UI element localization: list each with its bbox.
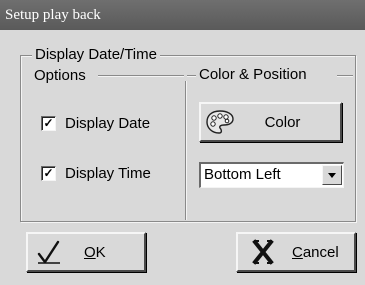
cancel-button-label: Cancel [292,243,339,261]
color-button-label: Color [264,113,301,131]
display-time-label[interactable]: Display Time [65,165,151,182]
cancel-button[interactable]: Cancel [236,232,356,272]
chevron-down-icon[interactable] [322,165,342,185]
options-legend: Options [31,67,89,85]
position-select-value: Bottom Left [204,166,281,183]
color-position-rule-right [337,75,353,77]
display-time-checkbox[interactable]: ✓ [41,166,56,181]
display-date-label[interactable]: Display Date [65,115,150,132]
display-date-checkbox[interactable]: ✓ [41,116,56,131]
ok-button[interactable]: OK [26,232,146,272]
ok-button-label: OK [84,243,106,261]
title-bar: Setup play back [0,0,365,30]
color-button[interactable]: Color [199,102,342,142]
display-datetime-legend: Display Date/Time [32,46,160,64]
display-time-row[interactable]: ✓ Display Time [41,165,151,182]
setup-playback-dialog: Setup play back Display Date/Time Option… [0,0,365,285]
display-date-row[interactable]: ✓ Display Date [41,115,150,132]
position-select[interactable]: Bottom Left [199,162,344,188]
options-rule [98,75,184,77]
palette-icon [205,109,235,135]
x-cancel-icon [250,239,276,265]
checkmark-pen-icon [36,239,62,265]
color-position-legend: Color & Position [196,66,310,84]
window-title: Setup play back [5,7,101,23]
column-divider [185,81,187,220]
color-position-rule-left [187,75,196,77]
